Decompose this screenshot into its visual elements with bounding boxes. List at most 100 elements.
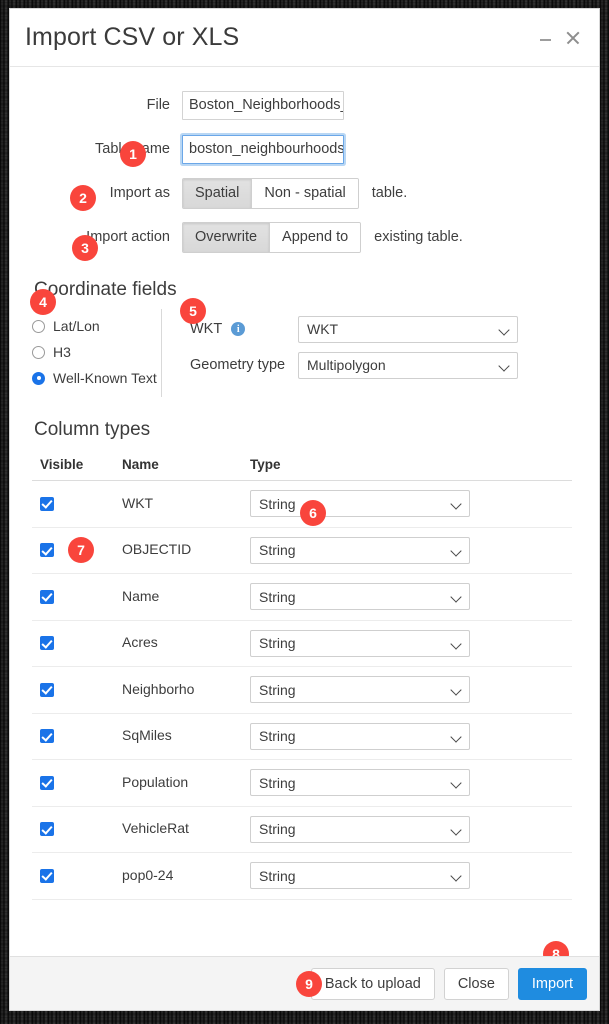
cell-name: Population: [122, 774, 250, 792]
cell-name: OBJECTID: [122, 541, 250, 559]
cell-type: String: [250, 676, 470, 703]
callout-badge-6: 6: [300, 500, 326, 526]
cell-type: String: [250, 630, 470, 657]
table-row: Name String: [32, 574, 572, 621]
close-button[interactable]: Close: [444, 968, 509, 1000]
callout-badge-3: 3: [72, 235, 98, 261]
import-as-option-spatial[interactable]: Spatial: [183, 179, 251, 208]
cell-type: String: [250, 769, 470, 796]
column-type-value: String: [259, 682, 296, 698]
cell-visible: [32, 869, 122, 883]
import-action-row: Import action Overwrite Append to existi…: [10, 215, 599, 259]
cell-visible: [32, 683, 122, 697]
column-header-name: Name: [122, 457, 250, 472]
table-row: Neighborho String: [32, 667, 572, 714]
table-row: OBJECTID String: [32, 528, 572, 575]
import-button[interactable]: Import: [518, 968, 587, 1000]
import-as-suffix: table.: [372, 185, 407, 201]
dialog-body: File Boston_Neighborhoods_ Table name bo…: [10, 67, 599, 956]
import-action-option-overwrite[interactable]: Overwrite: [183, 223, 269, 252]
column-name-text: Neighborho: [122, 681, 194, 697]
radio-icon-well-known-text: [32, 372, 45, 385]
column-type-value: String: [259, 868, 296, 884]
table-body: WKTStringOBJECTIDStringNameStringAcresSt…: [32, 481, 572, 900]
column-name-text: Name: [122, 588, 159, 604]
wkt-select[interactable]: WKT: [298, 316, 518, 343]
column-type-select[interactable]: String: [250, 816, 470, 843]
import-as-option-non-spatial[interactable]: Non - spatial: [251, 179, 357, 208]
coordinate-mode-radiogroup: Lat/Lon H3 Well-Known Text: [32, 309, 162, 397]
import-dialog: Import CSV or XLS File Boston_Neighborho…: [10, 9, 599, 1010]
wkt-label-wrap: WKT i: [190, 321, 298, 337]
table-row: pop0-24 String: [32, 853, 572, 900]
column-types-table: Visible Name Type WKT String OBJECTID Strin…: [32, 455, 572, 900]
visible-checkbox[interactable]: [40, 729, 54, 743]
visible-checkbox[interactable]: [40, 497, 54, 511]
column-type-select[interactable]: String: [250, 723, 470, 750]
visible-checkbox[interactable]: [40, 822, 54, 836]
geometry-type-select-value: Multipolygon: [307, 357, 386, 373]
import-action-toggle: Overwrite Append to: [182, 222, 361, 253]
column-header-visible: Visible: [32, 457, 122, 472]
visible-checkbox[interactable]: [40, 543, 54, 557]
visible-checkbox[interactable]: [40, 776, 54, 790]
file-label: File: [10, 97, 182, 113]
column-name-text: WKT: [122, 495, 153, 511]
dialog-titlebar: Import CSV or XLS: [10, 9, 599, 67]
column-type-select[interactable]: String: [250, 490, 470, 517]
info-icon[interactable]: i: [231, 322, 245, 336]
table-row: AcresString: [32, 621, 572, 668]
callout-badge-2: 2: [70, 185, 96, 211]
cell-visible: [32, 729, 122, 743]
column-type-value: String: [259, 635, 296, 651]
cell-type: String: [250, 723, 470, 750]
import-as-toggle: Spatial Non - spatial: [182, 178, 359, 209]
cell-name: pop0-24: [122, 867, 250, 885]
coordinate-fields-section: Lat/Lon H3 Well-Known Text WKT i: [10, 301, 599, 397]
radio-h3[interactable]: H3: [32, 339, 161, 365]
callout-badge-5: 5: [180, 298, 206, 324]
cell-type: String: [250, 537, 470, 564]
column-name-text: OBJECTID: [122, 541, 191, 557]
column-type-select[interactable]: String: [250, 769, 470, 796]
radio-icon-lat-lon: [32, 320, 45, 333]
column-type-select[interactable]: String: [250, 537, 470, 564]
radio-icon-h3: [32, 346, 45, 359]
import-action-suffix: existing table.: [374, 229, 463, 245]
visible-checkbox[interactable]: [40, 869, 54, 883]
geometry-type-label: Geometry type: [190, 357, 298, 373]
visible-checkbox[interactable]: [40, 590, 54, 604]
visible-checkbox[interactable]: [40, 636, 54, 650]
column-type-value: String: [259, 496, 296, 512]
radio-well-known-text[interactable]: Well-Known Text: [32, 365, 161, 391]
dialog-footer: 9 Back to upload Close Import: [10, 956, 599, 1010]
column-name-text: SqMiles: [122, 727, 172, 743]
column-type-select[interactable]: String: [250, 676, 470, 703]
column-header-type: Type: [250, 457, 470, 472]
column-type-select[interactable]: String: [250, 862, 470, 889]
radio-lat-lon[interactable]: Lat/Lon: [32, 313, 161, 339]
geometry-type-row: Geometry type Multipolygon: [190, 347, 518, 383]
callout-badge-4: 4: [30, 289, 56, 315]
column-type-value: String: [259, 542, 296, 558]
cell-visible: [32, 590, 122, 604]
back-to-upload-button[interactable]: Back to upload: [311, 968, 435, 1000]
column-name-text: VehicleRat: [122, 820, 189, 836]
file-input[interactable]: Boston_Neighborhoods_: [182, 91, 344, 120]
import-as-row: Import as Spatial Non - spatial table.: [10, 171, 599, 215]
cell-name: Neighborho: [122, 681, 250, 699]
geometry-type-select[interactable]: Multipolygon: [298, 352, 518, 379]
column-type-select[interactable]: String: [250, 583, 470, 610]
column-type-select[interactable]: String: [250, 630, 470, 657]
import-action-option-append[interactable]: Append to: [269, 223, 360, 252]
cell-type: String: [250, 490, 470, 517]
visible-checkbox[interactable]: [40, 683, 54, 697]
minimize-icon[interactable]: [540, 32, 551, 43]
radio-label-h3: H3: [53, 344, 71, 360]
table-header-row: Visible Name Type: [32, 455, 572, 481]
column-name-text: Population: [122, 774, 188, 790]
callout-badge-1: 1: [120, 141, 146, 167]
table-name-input[interactable]: boston_neighbourhoods: [182, 135, 344, 164]
callout-badge-9: 9: [296, 971, 322, 997]
close-icon[interactable]: [565, 30, 581, 46]
